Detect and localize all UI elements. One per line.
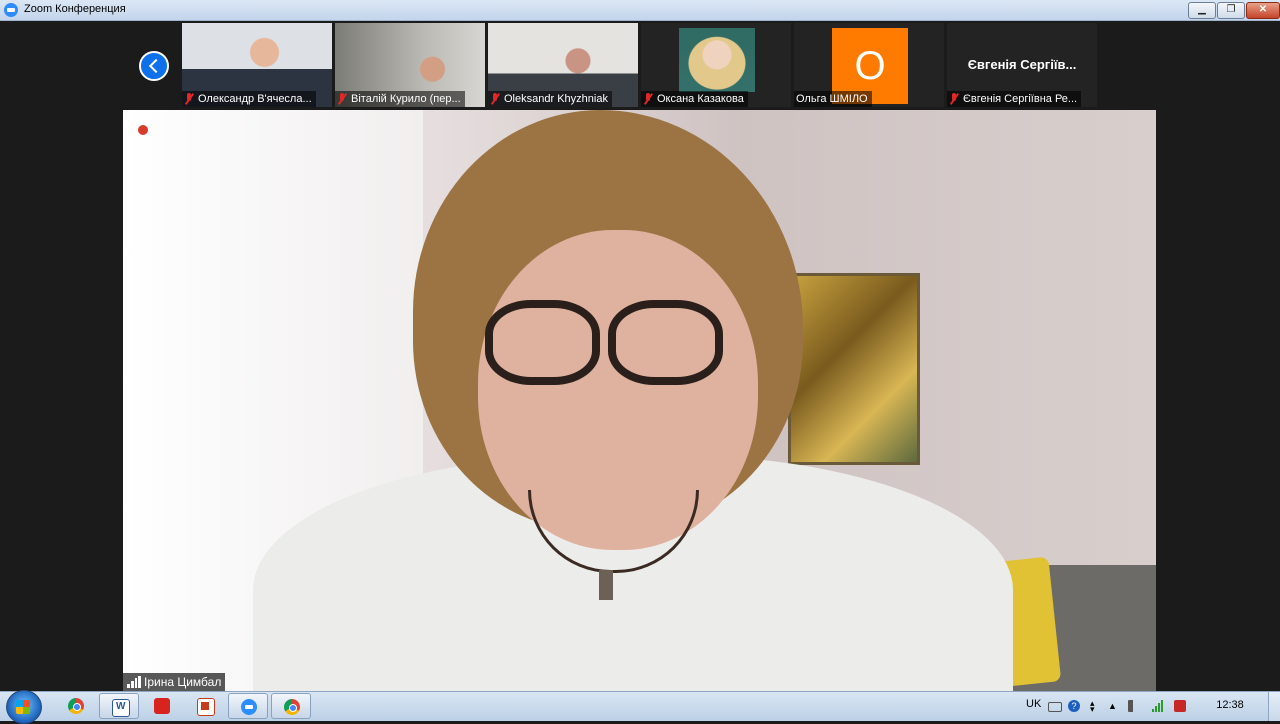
acrobat-icon <box>154 698 170 714</box>
active-speaker-name-bar: Ірина Цимбал <box>123 673 226 691</box>
participant-name-bar: Oleksandr Khyzhniak <box>488 91 612 107</box>
participant-tile[interactable]: Віталій Курило (пер... <box>335 23 485 107</box>
mic-muted-icon <box>643 93 653 105</box>
meeting-content: Олександр В'ячесла... Віталій Курило (пе… <box>0 21 1280 691</box>
chrome-icon <box>68 698 84 714</box>
zoom-app-icon <box>4 3 18 17</box>
participant-name-bar: Оксана Казакова <box>641 91 748 107</box>
speaker-glasses-right <box>608 300 723 385</box>
maximize-button[interactable]: ❐ <box>1217 2 1245 19</box>
taskbar-zoom-button[interactable] <box>228 693 268 719</box>
participant-display-name: Євгенія Сергіїв... <box>967 57 1077 72</box>
action-center-flag-icon[interactable] <box>1174 700 1186 712</box>
close-button[interactable]: ✕ <box>1246 2 1280 19</box>
active-speaker-video[interactable]: Ірина Цимбал <box>123 110 1156 691</box>
participant-name: Ольга ШМІЛО <box>796 93 868 105</box>
window-title: Zoom Конференция <box>24 3 126 15</box>
participant-tile[interactable]: Олександр В'ячесла... <box>182 23 332 107</box>
taskbar-clock[interactable]: 12:38 <box>1204 699 1256 711</box>
background-painting <box>788 273 920 465</box>
keyboard-icon[interactable] <box>1048 702 1062 712</box>
taskbar-acrobat-button[interactable] <box>142 693 182 719</box>
participant-tile[interactable]: О Ольга ШМІЛО <box>794 23 944 107</box>
active-speaker-name: Ірина Цимбал <box>144 675 222 689</box>
mic-muted-icon <box>184 93 194 105</box>
participant-name: Оксана Казакова <box>657 93 744 105</box>
window-title-bar: Zoom Конференция ▁ ❐ ✕ <box>0 0 1280 21</box>
participant-name-bar: Віталій Курило (пер... <box>335 91 465 107</box>
show-hidden-icons-icon[interactable]: ▲ <box>1108 701 1120 713</box>
recording-indicator-icon <box>137 124 149 136</box>
windows-logo-icon <box>16 700 30 714</box>
participant-tile[interactable]: Оксана Казакова <box>641 23 791 107</box>
connection-signal-icon <box>127 676 141 688</box>
presentation-icon <box>197 698 215 716</box>
participant-tile[interactable]: Євгенія Сергіїв... Євгенія Сергіївна Ре.… <box>947 23 1097 107</box>
participant-name-bar: Ольга ШМІЛО <box>794 91 872 107</box>
participant-name: Євгенія Сергіївна Ре... <box>963 93 1078 105</box>
windows-taskbar: UK ? ▴▾ ▲ 12:38 <box>0 690 1280 724</box>
participant-tile[interactable]: Oleksandr Khyzhniak <box>488 23 638 107</box>
language-indicator[interactable]: UK <box>1026 698 1041 710</box>
speaker-pendant <box>599 570 613 600</box>
show-desktop-button[interactable] <box>1268 692 1280 721</box>
taskbar-chrome-button-2[interactable] <box>271 693 311 719</box>
mic-muted-icon <box>949 93 959 105</box>
speaker-glasses-left <box>485 300 600 385</box>
participant-name: Oleksandr Khyzhniak <box>504 93 608 105</box>
participant-name-bar: Олександр В'ячесла... <box>182 91 316 107</box>
word-icon <box>112 699 130 717</box>
network-signal-icon[interactable] <box>1152 700 1164 712</box>
taskbar-chrome-button[interactable] <box>56 693 96 719</box>
help-icon[interactable]: ? <box>1068 700 1080 712</box>
previous-page-button[interactable] <box>139 51 169 81</box>
volume-icon[interactable] <box>1128 700 1140 712</box>
zoom-icon <box>241 699 257 715</box>
mic-muted-icon <box>337 93 347 105</box>
minimize-button[interactable]: ▁ <box>1188 2 1216 19</box>
taskbar-word-button[interactable] <box>99 693 139 719</box>
taskbar-presentation-button[interactable] <box>185 693 225 719</box>
chrome-icon <box>284 699 300 715</box>
sync-arrows-icon[interactable]: ▴ ▾ <box>1090 699 1102 714</box>
start-button[interactable] <box>6 690 42 724</box>
participant-name-bar: Євгенія Сергіївна Ре... <box>947 91 1082 107</box>
participant-name: Віталій Курило (пер... <box>351 93 461 105</box>
participant-name: Олександр В'ячесла... <box>198 93 312 105</box>
mic-muted-icon <box>490 93 500 105</box>
